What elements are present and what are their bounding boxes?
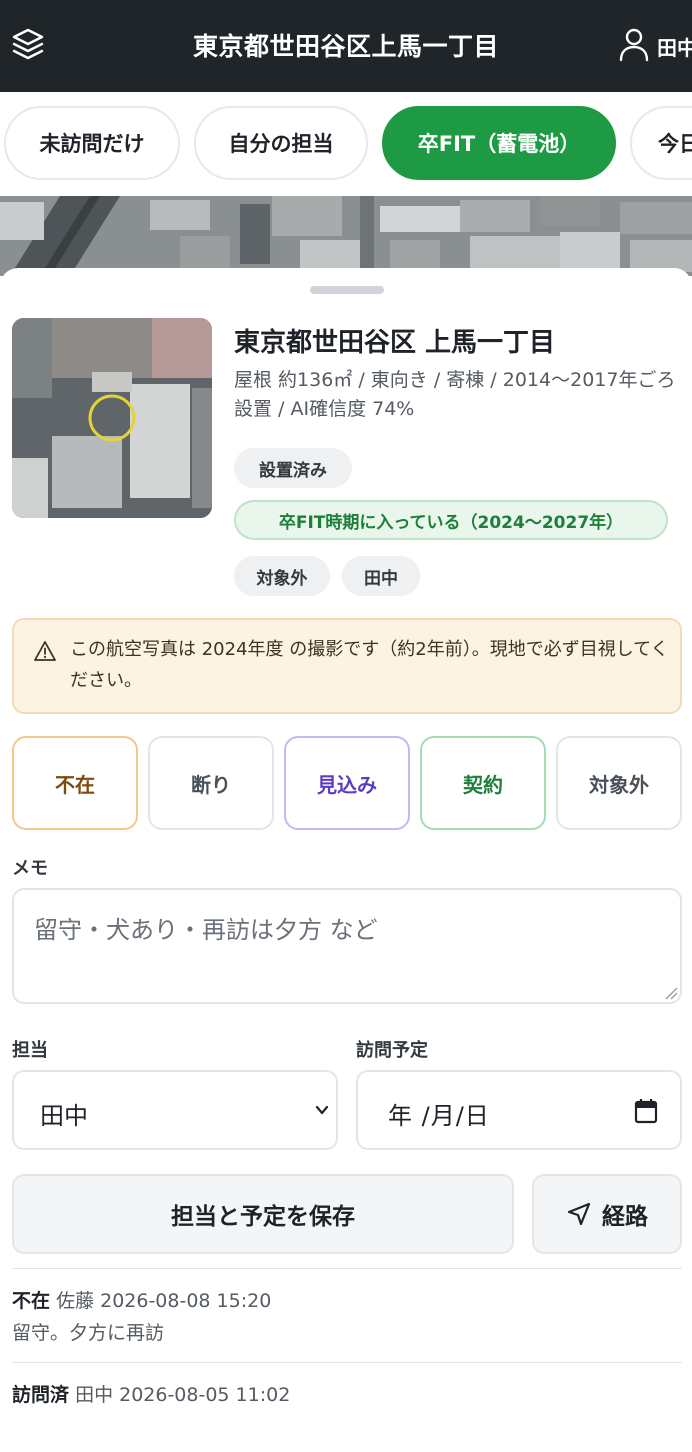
tag-excluded: 対象外 (234, 556, 330, 596)
history-meta: 田中 2026-08-05 11:02 (75, 1384, 291, 1406)
notice-text: この航空写真は 2024年度 の撮影です（約2年前）。現地で必ず目視してください… (70, 639, 669, 691)
chevron-down-icon (315, 1105, 329, 1115)
resize-grip-icon[interactable] (664, 986, 678, 1000)
route-button[interactable]: 経路 (532, 1174, 682, 1254)
warning-icon (34, 641, 56, 661)
photo-age-notice: この航空写真は 2024年度 の撮影です（約2年前）。現地で必ず目視してください… (12, 618, 682, 714)
calendar-icon[interactable] (634, 1098, 658, 1124)
status-absent-button[interactable]: 不在 (12, 736, 138, 830)
history-entry-2: 訪問済 田中 2026-08-05 11:02 (12, 1380, 290, 1407)
route-button-label: 経路 (602, 1204, 648, 1230)
history-note: 留守。夕方に再訪 (12, 1322, 165, 1344)
visit-date-input[interactable]: 年 /月/日 (356, 1070, 682, 1150)
app-header: 東京都世田谷区上馬一丁目 田中 (0, 0, 692, 92)
memo-field[interactable] (12, 888, 682, 1004)
filter-unvisited[interactable]: 未訪問だけ (4, 106, 180, 180)
history-meta: 佐藤 2026-08-08 15:20 (56, 1290, 272, 1312)
memo-label: メモ (12, 858, 48, 879)
roof-photo-image (12, 318, 212, 518)
assignee-select-value: 田中 (40, 1102, 88, 1130)
visit-date-value: 年 /月/日 (388, 1102, 490, 1130)
filter-post-fit[interactable]: 卒FIT（蓄電池） (382, 106, 616, 180)
status-contract-button[interactable]: 契約 (420, 736, 546, 830)
history-status: 不在 (12, 1290, 51, 1312)
assignee-label: 担当 (12, 1040, 48, 1061)
aerial-photo-image (0, 196, 692, 276)
filter-mine[interactable]: 自分の担当 (194, 106, 368, 180)
history-entry-1: 不在 佐藤 2026-08-08 15:20 (12, 1286, 271, 1313)
property-meta: 屋根 約136㎡ / 東向き / 寄棟 / 2014〜2017年ごろ設置 / A… (234, 369, 676, 420)
divider (12, 1362, 682, 1363)
tag-post-fit: 卒FIT時期に入っている（2024〜2027年） (234, 500, 668, 540)
detail-sheet: 東京都世田谷区 上馬一丁目 屋根 約136㎡ / 東向き / 寄棟 / 2014… (0, 268, 692, 1452)
tag-installed: 設置済み (234, 448, 352, 488)
history-status: 訪問済 (12, 1384, 70, 1406)
sheet-grabber[interactable] (310, 286, 384, 294)
filter-bar: 未訪問だけ 自分の担当 卒FIT（蓄電池） 今日 (0, 92, 692, 196)
tag-assignee: 田中 (342, 556, 420, 596)
property-address: 東京都世田谷区 上馬一丁目 (234, 328, 556, 358)
navigation-icon (567, 1202, 591, 1226)
status-prospect-button[interactable]: 見込み (284, 736, 410, 830)
user-name[interactable]: 田中 (657, 32, 692, 61)
aerial-map[interactable] (0, 196, 692, 276)
save-assignment-button[interactable]: 担当と予定を保存 (12, 1174, 514, 1254)
user-icon[interactable] (618, 26, 650, 62)
filter-today[interactable]: 今日 (630, 106, 692, 180)
assignee-select[interactable]: 田中 (12, 1070, 338, 1150)
status-declined-button[interactable]: 断り (148, 736, 274, 830)
divider (12, 1268, 682, 1269)
page-title: 東京都世田谷区上馬一丁目 (192, 32, 499, 61)
visit-date-label: 訪問予定 (356, 1040, 428, 1061)
status-excluded-button[interactable]: 対象外 (556, 736, 682, 830)
aerial-thumbnail[interactable] (12, 318, 212, 518)
